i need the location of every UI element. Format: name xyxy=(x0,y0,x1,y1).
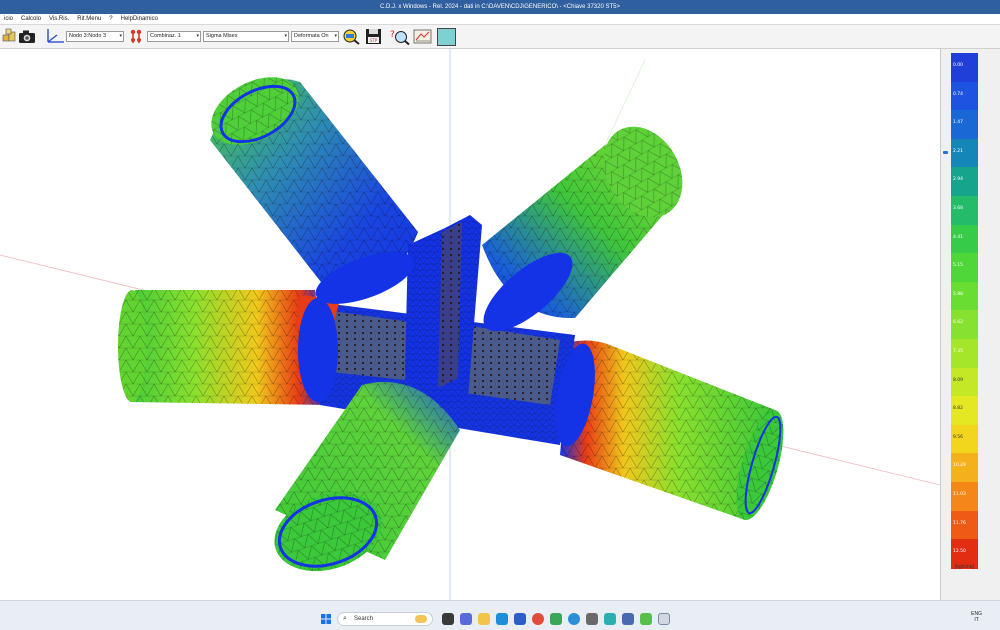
menu-item-inizio[interactable]: icio xyxy=(0,14,17,24)
legend-value: 0.00 xyxy=(953,63,964,68)
search-icon: ⌕ xyxy=(343,615,347,622)
chat-icon[interactable] xyxy=(460,613,472,625)
svg-text:?: ? xyxy=(390,30,395,40)
legend-swatch: 5.88 xyxy=(951,281,978,312)
legend-value: 7.35 xyxy=(953,349,964,354)
legend-value: 2.21 xyxy=(953,148,964,154)
window-title: C.D.J. x Windows - Rel. 2024 - dati in C… xyxy=(380,4,620,10)
legend-value: 1.47 xyxy=(953,120,964,126)
legend-swatch: 5.15 xyxy=(951,253,978,284)
help-magnifier-icon[interactable]: ? xyxy=(388,28,410,45)
chrome-icon[interactable] xyxy=(532,613,544,625)
legend-swatch: 2.94 xyxy=(951,167,978,198)
save-disk-icon[interactable]: STP xyxy=(364,28,384,45)
legend-value: 3.68 xyxy=(953,206,964,211)
cdj-app-icon[interactable] xyxy=(658,613,670,625)
app-teal-icon[interactable] xyxy=(604,613,616,625)
widget-icon[interactable] xyxy=(415,615,427,623)
load-combination-icon[interactable] xyxy=(128,28,144,45)
app-grey-icon[interactable] xyxy=(586,613,598,625)
legend-value: 8.09 xyxy=(953,377,964,383)
windows-taskbar: ⌕ Search ENG IT xyxy=(0,600,1000,630)
drawing-icon[interactable] xyxy=(412,28,434,45)
legend-unit: [kg/cmq] xyxy=(955,564,974,570)
legend-value: 0.74 xyxy=(953,91,964,97)
legend-swatch: 10.29 xyxy=(951,453,978,484)
zoom-magnifier-icon[interactable] xyxy=(341,28,361,45)
legend-swatch: 6.62 xyxy=(951,310,978,341)
edge-icon[interactable] xyxy=(568,613,580,625)
model-3d-viewport[interactable] xyxy=(0,49,940,600)
app-l-icon[interactable] xyxy=(496,613,508,625)
legend-value: 9.56 xyxy=(953,434,964,440)
combination-select[interactable]: Combinaz. 1 ▾ xyxy=(147,31,201,42)
legend-swatch: 4.41 xyxy=(951,224,978,255)
app-window-icon[interactable] xyxy=(622,613,634,625)
legend-swatch: 0.74 xyxy=(951,81,978,112)
window-title-bar[interactable]: C.D.J. x Windows - Rel. 2024 - dati in C… xyxy=(0,0,1000,14)
menu-bar: icio Calcolo Vis.Ris. Rit.Menu ? HelpDin… xyxy=(0,14,1000,25)
menu-item-calcolo[interactable]: Calcolo xyxy=(17,14,45,24)
legend-value: 6.62 xyxy=(953,320,964,326)
task-view-icon[interactable] xyxy=(442,613,454,625)
camera-icon[interactable] xyxy=(18,28,36,45)
legend-value: 10.29 xyxy=(953,463,966,469)
legend-swatch: 11.03 xyxy=(951,482,978,512)
legend-swatch: 1.47 xyxy=(951,110,978,141)
color-background-button[interactable] xyxy=(437,28,456,46)
legend-panel: 0.00 0.74 1.47 2.21 2.94 3.68 4.41 5.15 5.88 6.62… xyxy=(940,49,1000,600)
axes-icon[interactable] xyxy=(44,28,66,45)
tube-right-horizontal xyxy=(560,340,784,521)
menu-item-rit-menu[interactable]: Rit.Menu xyxy=(73,14,105,24)
legend-swatch: 8.82 xyxy=(951,396,978,427)
legend-swatch: 0.00 xyxy=(951,53,978,83)
legend-swatch: 9.56 xyxy=(951,424,978,455)
menu-item-vis-ris[interactable]: Vis.Ris. xyxy=(45,14,73,24)
legend-swatch: 3.68 xyxy=(951,196,978,226)
legend-value: 5.88 xyxy=(953,291,964,297)
svg-text:STP: STP xyxy=(370,38,378,43)
legend-swatch: 11.76 xyxy=(951,510,978,541)
deformed-shape-select[interactable]: Deformata On ▾ xyxy=(291,31,339,42)
stress-color-legend: 0.00 0.74 1.47 2.21 2.94 3.68 4.41 5.15 5.88 6.62… xyxy=(951,53,978,603)
mail-icon[interactable] xyxy=(514,613,526,625)
legend-value: 8.82 xyxy=(953,406,964,412)
stress-type-select[interactable]: Sigma Mises ▾ xyxy=(203,31,289,42)
windows-start-icon[interactable] xyxy=(320,613,332,625)
app-leaf-icon[interactable] xyxy=(640,613,652,625)
legend-value: 5.15 xyxy=(953,263,964,269)
tube-lower-front xyxy=(274,382,460,572)
system-tray[interactable]: ENG IT xyxy=(971,611,982,623)
boxes-icon[interactable] xyxy=(2,28,16,45)
app-green-icon[interactable] xyxy=(550,613,562,625)
legend-value: 11.03 xyxy=(953,492,966,497)
app-window: C.D.J. x Windows - Rel. 2024 - dati in C… xyxy=(0,0,1000,630)
legend-value: 4.41 xyxy=(953,234,964,240)
file-explorer-icon[interactable] xyxy=(478,613,490,625)
toolbar: Nodo 3:Nodo 3 ▾ Combinaz. 1 ▾ Sigma Mises ▾… xyxy=(0,25,1000,49)
legend-value: 2.94 xyxy=(953,177,964,183)
legend-swatch: 7.35 xyxy=(951,339,978,369)
legend-value: 12.50 xyxy=(953,549,966,555)
menu-item-help[interactable]: ? xyxy=(105,14,116,24)
menu-item-help-dinamico[interactable]: HelpDinamico xyxy=(117,14,162,24)
node-select[interactable]: Nodo 3:Nodo 3 ▾ xyxy=(66,31,124,42)
legend-swatch: 2.21 xyxy=(951,138,978,169)
legend-slider-handle[interactable] xyxy=(943,151,948,154)
fem-stress-model xyxy=(0,49,940,600)
legend-swatch: 8.09 xyxy=(951,367,978,398)
legend-value: 11.76 xyxy=(953,520,966,526)
